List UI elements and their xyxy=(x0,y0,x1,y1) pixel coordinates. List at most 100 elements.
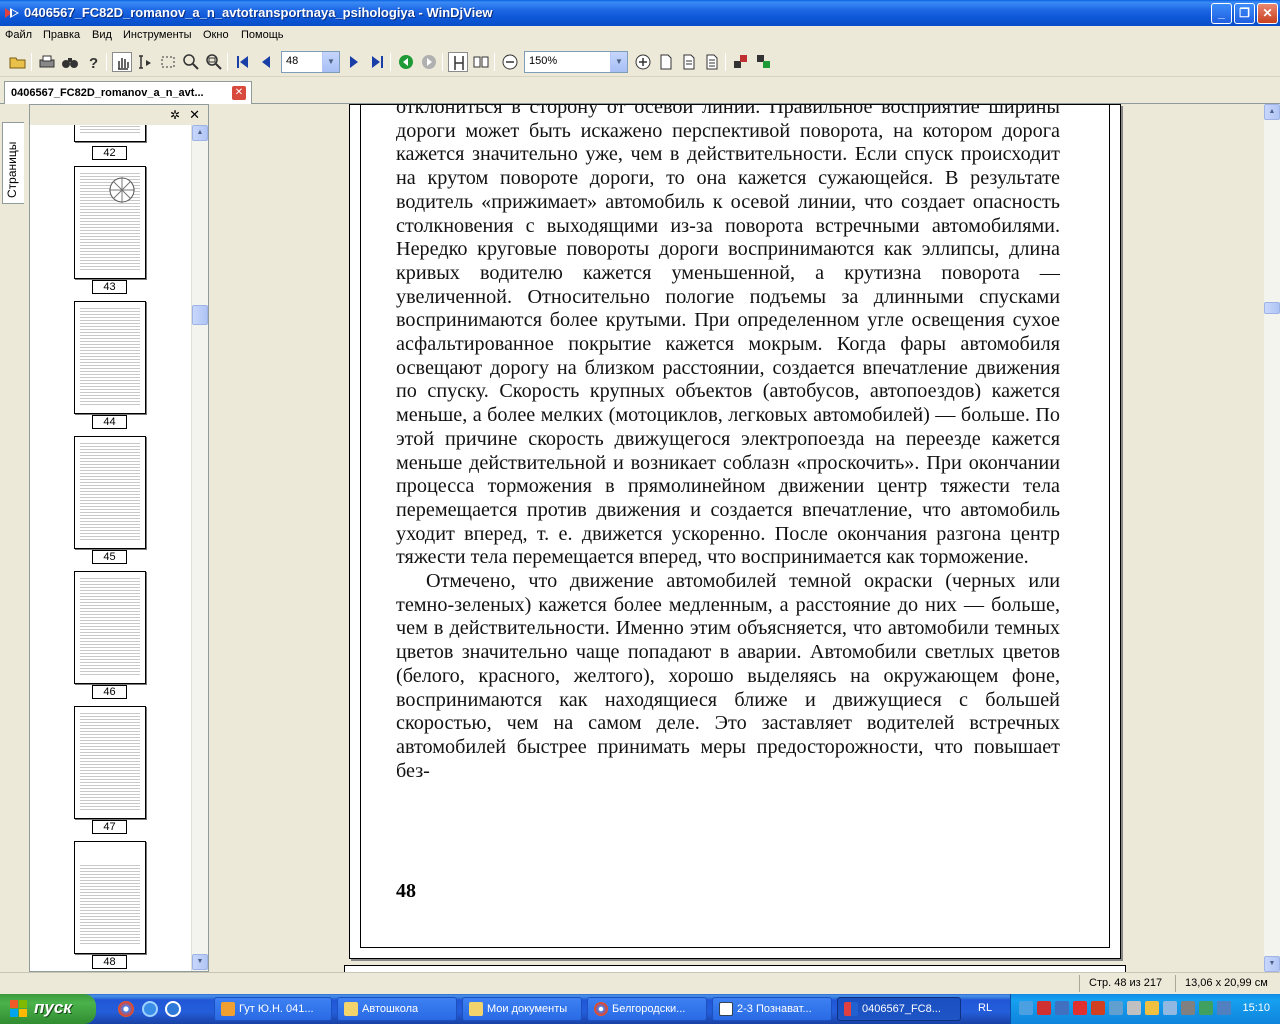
page-text: отклониться в сторону от осевой линии. П… xyxy=(396,104,1060,783)
scroll-down-icon[interactable]: ▼ xyxy=(1264,956,1280,972)
page-paragraph: отклониться в сторону от осевой линии. П… xyxy=(396,104,1060,569)
toolbar-separator xyxy=(106,53,107,71)
volume-icon[interactable] xyxy=(1163,1001,1177,1015)
taskbar-item-label: Автошкола xyxy=(362,1003,419,1015)
hand-tool-icon[interactable] xyxy=(112,52,132,72)
gear-icon[interactable]: ✲ xyxy=(170,108,180,122)
browser-quicklaunch-icon[interactable] xyxy=(165,1001,181,1017)
page-thumbnail[interactable] xyxy=(74,436,146,549)
zoom-icon[interactable] xyxy=(181,52,201,72)
taskbar-item-label: 0406567_FC8... xyxy=(862,1003,941,1015)
internet-explorer-quicklaunch-icon[interactable] xyxy=(142,1001,158,1017)
word-document-icon xyxy=(719,1002,733,1016)
scroll-up-icon[interactable]: ▲ xyxy=(1264,104,1280,120)
taskbar: пуск Гут Ю.Н. 041... Автошкола Мои докум… xyxy=(0,994,1280,1024)
fit-page-icon[interactable] xyxy=(679,52,699,72)
taskbar-item[interactable]: Белгородски... xyxy=(587,997,707,1021)
battery-icon[interactable] xyxy=(1145,1001,1159,1015)
menu-help[interactable]: Помощь xyxy=(241,29,284,41)
go-back-icon[interactable] xyxy=(396,52,416,72)
usb-icon[interactable] xyxy=(1127,1001,1141,1015)
page-thumbnail[interactable] xyxy=(74,125,146,142)
go-forward-icon[interactable] xyxy=(419,52,439,72)
security-icon[interactable] xyxy=(1199,1001,1213,1015)
actual-size-icon[interactable] xyxy=(702,52,722,72)
chevron-down-icon[interactable]: ▼ xyxy=(322,52,339,72)
document-tab[interactable]: 0406567_FC82D_romanov_a_n_avt... ✕ xyxy=(4,81,252,104)
update-icon[interactable] xyxy=(1109,1001,1123,1015)
windjview-icon xyxy=(844,1002,858,1016)
close-button[interactable]: ✕ xyxy=(1257,3,1278,24)
last-page-icon[interactable] xyxy=(367,52,387,72)
maximize-button[interactable]: ❐ xyxy=(1234,3,1255,24)
page-thumbnail-label: 48 xyxy=(92,955,127,969)
taskbar-item[interactable]: Мои документы xyxy=(462,997,582,1021)
page-thumbnail[interactable] xyxy=(74,706,146,819)
toolbar-separator xyxy=(227,53,228,71)
menu-window[interactable]: Окно xyxy=(203,29,229,41)
first-page-icon[interactable] xyxy=(233,52,253,72)
taskbar-item-label: 2-3 Познават... xyxy=(737,1003,812,1015)
menu-edit[interactable]: Правка xyxy=(43,29,80,41)
print-icon[interactable] xyxy=(37,52,57,72)
flag-tray-icon[interactable] xyxy=(1037,1001,1051,1015)
chrome-quicklaunch-icon[interactable] xyxy=(118,1001,134,1017)
taskbar-item-active[interactable]: 0406567_FC8... xyxy=(837,997,961,1021)
scrollbar-thumb[interactable] xyxy=(192,305,208,325)
find-binoculars-icon[interactable] xyxy=(60,52,80,72)
document-view[interactable]: отклониться в сторону от осевой линии. П… xyxy=(211,104,1264,972)
alert-icon[interactable] xyxy=(1091,1001,1105,1015)
scroll-down-icon[interactable]: ▼ xyxy=(192,954,208,970)
menu-view[interactable]: Вид xyxy=(92,29,112,41)
start-button[interactable]: пуск xyxy=(0,994,96,1024)
close-icon[interactable]: ✕ xyxy=(189,107,200,123)
rotate-right-icon[interactable] xyxy=(754,52,774,72)
page-thumbnail[interactable] xyxy=(74,571,146,684)
page-thumbnail[interactable] xyxy=(74,301,146,414)
rotate-left-icon[interactable] xyxy=(731,52,751,72)
pages-side-tab[interactable]: Страницы xyxy=(2,122,24,204)
two-pages-icon[interactable] xyxy=(471,52,491,72)
page-thumbnail[interactable] xyxy=(74,166,146,279)
language-indicator[interactable]: RL xyxy=(978,1002,992,1014)
fit-width-icon[interactable] xyxy=(656,52,676,72)
previous-page-icon[interactable] xyxy=(256,52,276,72)
antivirus-icon[interactable] xyxy=(1073,1001,1087,1015)
scroll-up-icon[interactable]: ▲ xyxy=(192,125,208,141)
page-number-select[interactable]: 48 ▼ xyxy=(281,51,340,73)
rect-select-icon[interactable] xyxy=(158,52,178,72)
page-thumbnail[interactable] xyxy=(74,841,146,954)
connection-icon[interactable] xyxy=(1217,1001,1231,1015)
menu-file[interactable]: Файл xyxy=(5,29,32,41)
taskbar-item[interactable]: Автошкола xyxy=(337,997,457,1021)
minimize-button[interactable]: _ xyxy=(1211,3,1232,24)
chevron-down-icon[interactable]: ▼ xyxy=(610,52,627,72)
close-tab-icon[interactable]: ✕ xyxy=(232,86,246,100)
page-size-status: 13,06 x 20,99 см xyxy=(1185,977,1268,989)
thumbnails-scrollbar[interactable]: ▲ ▼ xyxy=(191,125,208,971)
taskbar-item[interactable]: Гут Ю.Н. 041... xyxy=(214,997,332,1021)
page-count-status: Стр. 48 из 217 xyxy=(1089,977,1163,989)
document-scrollbar[interactable]: ▲ ▼ xyxy=(1264,104,1280,972)
thumbnails-list[interactable]: 42 43 44 45 46 47 48 xyxy=(30,125,192,971)
page-thumbnail-label: 43 xyxy=(92,280,127,294)
network-icon[interactable] xyxy=(1019,1001,1033,1015)
next-page-icon[interactable] xyxy=(344,52,364,72)
chrome-icon xyxy=(594,1002,608,1016)
taskbar-item-label: Мои документы xyxy=(487,1003,568,1015)
clock[interactable]: 15:10 xyxy=(1242,1002,1270,1014)
zoom-out-icon[interactable] xyxy=(500,52,520,72)
single-page-icon[interactable] xyxy=(448,52,468,72)
text-select-icon[interactable] xyxy=(135,52,155,72)
zoom-in-icon[interactable] xyxy=(633,52,653,72)
scrollbar-thumb[interactable] xyxy=(1264,302,1280,314)
zoom-select[interactable]: 150% ▼ xyxy=(524,51,628,73)
display-icon[interactable] xyxy=(1055,1001,1069,1015)
menu-tools[interactable]: Инструменты xyxy=(123,29,192,41)
help-icon[interactable]: ? xyxy=(83,52,103,72)
title-bar[interactable]: 0406567_FC82D_romanov_a_n_avtotransportn… xyxy=(0,0,1280,26)
driver-icon[interactable] xyxy=(1181,1001,1195,1015)
open-file-icon[interactable] xyxy=(8,52,28,72)
zoom-rect-icon[interactable] xyxy=(204,52,224,72)
taskbar-item[interactable]: 2-3 Познават... xyxy=(712,997,832,1021)
